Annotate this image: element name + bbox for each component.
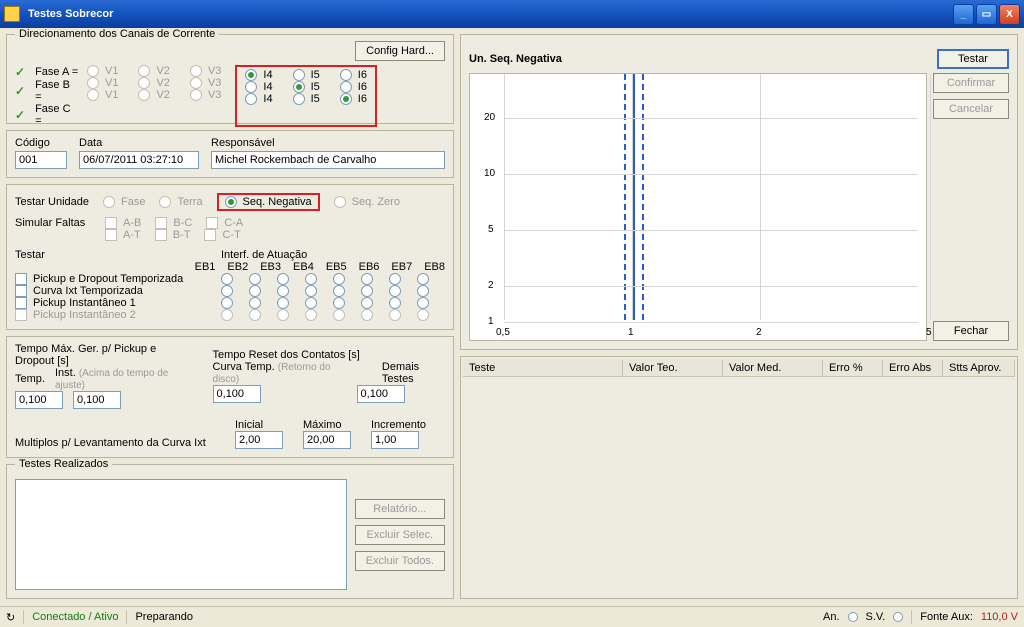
cancelar-button[interactable]: Cancelar bbox=[933, 99, 1009, 119]
interf-label: Interf. de Atuação bbox=[221, 249, 307, 261]
i4-c-radio[interactable] bbox=[245, 93, 257, 105]
timing-group: Tempo Máx. Ger. p/ Pickup e Dropout [s] … bbox=[6, 336, 454, 458]
testar-label: Testar bbox=[15, 249, 215, 261]
curva-input[interactable] bbox=[213, 385, 261, 403]
fechar-button[interactable]: Fechar bbox=[933, 321, 1009, 341]
t1-check[interactable] bbox=[15, 273, 27, 285]
fase-radio bbox=[103, 196, 115, 208]
seq-neg-radio[interactable] bbox=[225, 196, 237, 208]
titlebar: Testes Sobrecor _ ▭ X bbox=[0, 0, 1024, 28]
i5-c-radio[interactable] bbox=[293, 93, 305, 105]
check-icon: ✓ bbox=[15, 108, 25, 122]
current-channel-highlight: I4I4I4 I5I5I5 I6I6I6 bbox=[235, 65, 377, 127]
t2-check[interactable] bbox=[15, 285, 27, 297]
inicial-input[interactable] bbox=[235, 431, 283, 449]
excluir-selec-button[interactable]: Excluir Selec. bbox=[355, 525, 445, 545]
v1-a-radio bbox=[87, 65, 99, 77]
confirmar-button[interactable]: Confirmar bbox=[933, 73, 1009, 93]
close-button[interactable]: X bbox=[999, 4, 1020, 25]
tests-performed-group: Testes Realizados Relatório... Excluir S… bbox=[6, 464, 454, 599]
temp-input[interactable] bbox=[15, 391, 63, 409]
check-icon: ✓ bbox=[15, 84, 25, 98]
conn-status: Conectado / Ativo bbox=[32, 611, 118, 623]
plot-marker-dash bbox=[624, 74, 626, 320]
routing-legend: Direcionamento dos Canais de Corrente bbox=[15, 28, 219, 40]
testar-unidade-label: Testar Unidade bbox=[15, 196, 89, 208]
results-body[interactable] bbox=[463, 377, 1015, 596]
refresh-icon[interactable]: ↻ bbox=[6, 611, 15, 624]
demais-input[interactable] bbox=[357, 385, 405, 403]
i4-b-radio[interactable] bbox=[245, 81, 257, 93]
data-input[interactable] bbox=[79, 151, 199, 169]
statusbar: ↻ Conectado / Ativo Preparando An. S.V. … bbox=[0, 606, 1024, 627]
i6-a-radio[interactable] bbox=[340, 69, 352, 81]
inst-input[interactable] bbox=[73, 391, 121, 409]
results-header: Teste Valor Teo. Valor Med. Erro % Erro … bbox=[463, 359, 1015, 377]
phase-b-label: Fase B = bbox=[35, 79, 79, 103]
an-indicator bbox=[848, 612, 858, 622]
testar-button[interactable]: Testar bbox=[937, 49, 1009, 69]
test-config-group: Testar Unidade Fase Terra Seq. Negativa … bbox=[6, 184, 454, 330]
maximize-button[interactable]: ▭ bbox=[976, 4, 997, 25]
t3-check[interactable] bbox=[15, 297, 27, 309]
seq-neg-highlight: Seq. Negativa bbox=[217, 193, 320, 211]
minimize-button[interactable]: _ bbox=[953, 4, 974, 25]
plot-area: 20 10 5 2 1 0,5 1 2 5 bbox=[469, 73, 927, 341]
phase-c-label: Fase C = bbox=[35, 103, 79, 127]
i4-a-radio[interactable] bbox=[245, 69, 257, 81]
terra-radio bbox=[159, 196, 171, 208]
maximo-input[interactable] bbox=[303, 431, 351, 449]
data-label: Data bbox=[79, 137, 199, 149]
codigo-input[interactable] bbox=[15, 151, 67, 169]
i5-b-radio[interactable] bbox=[293, 81, 305, 93]
excluir-todos-button[interactable]: Excluir Todos. bbox=[355, 551, 445, 571]
tests-listbox[interactable] bbox=[15, 479, 347, 590]
app-icon bbox=[4, 6, 20, 22]
relatorio-button[interactable]: Relatório... bbox=[355, 499, 445, 519]
seq-zero-radio bbox=[334, 196, 346, 208]
resp-label: Responsável bbox=[211, 137, 445, 149]
plot-marker-dash bbox=[642, 74, 644, 320]
codigo-label: Código bbox=[15, 137, 67, 149]
plot-group: Un. Seq. Negativa Testar 20 10 5 2 1 0,5 bbox=[460, 34, 1018, 350]
prep-status: Preparando bbox=[135, 611, 193, 623]
check-icon: ✓ bbox=[15, 65, 25, 79]
identification-group: Código Data Responsável bbox=[6, 130, 454, 178]
window-title: Testes Sobrecor bbox=[24, 8, 951, 20]
incremento-input[interactable] bbox=[371, 431, 419, 449]
fonte-value: 110,0 V bbox=[981, 611, 1018, 623]
t4-check bbox=[15, 309, 27, 321]
simular-faltas-label: Simular Faltas bbox=[15, 217, 91, 229]
config-hard-button[interactable]: Config Hard... bbox=[355, 41, 445, 61]
current-channel-routing: Direcionamento dos Canais de Corrente Co… bbox=[6, 34, 454, 124]
phase-a-label: Fase A = bbox=[35, 66, 78, 78]
results-group: Teste Valor Teo. Valor Med. Erro % Erro … bbox=[460, 356, 1018, 599]
sv-indicator bbox=[893, 612, 903, 622]
resp-input[interactable] bbox=[211, 151, 445, 169]
i6-b-radio[interactable] bbox=[340, 81, 352, 93]
i6-c-radio[interactable] bbox=[340, 93, 352, 105]
plot-title: Un. Seq. Negativa bbox=[469, 53, 562, 65]
i5-a-radio[interactable] bbox=[293, 69, 305, 81]
